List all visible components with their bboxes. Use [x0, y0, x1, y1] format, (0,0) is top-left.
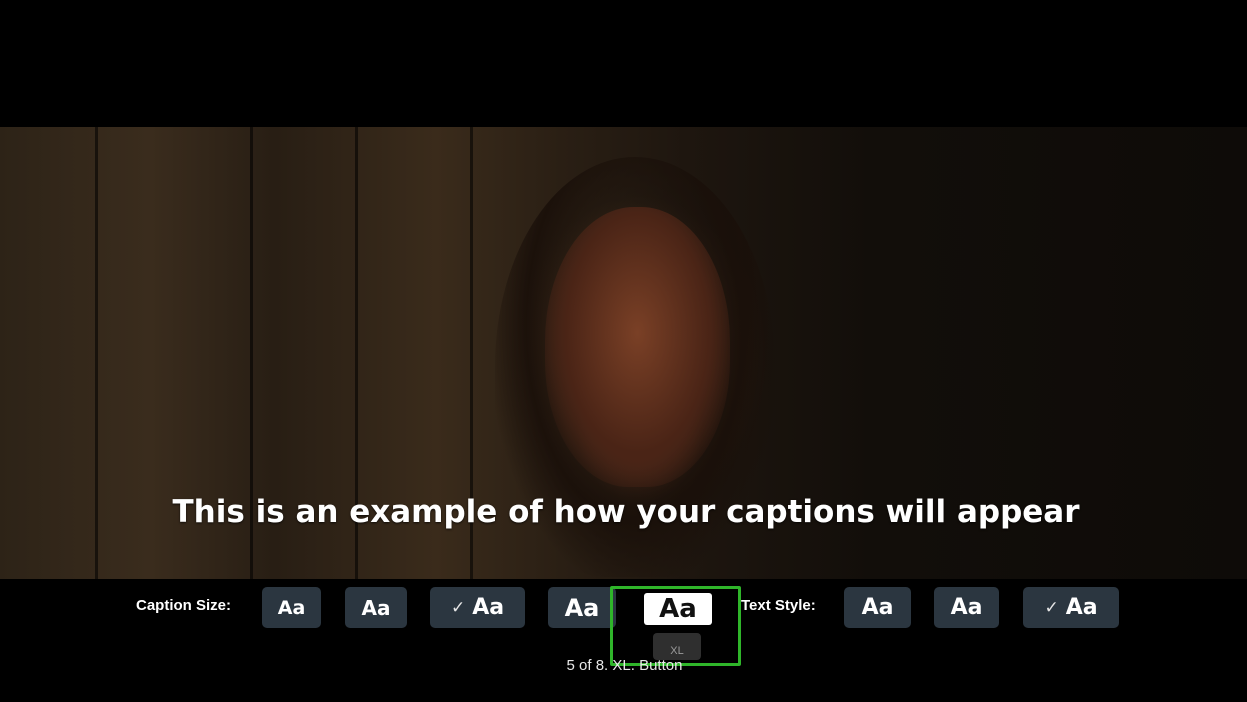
text-style-label: Text Style: [741, 597, 816, 614]
caption-size-option-default[interactable]: ✓ Aa [430, 587, 525, 628]
caption-size-option-medium[interactable]: Aa [345, 587, 407, 628]
option-text: Aa [950, 595, 983, 620]
caption-size-option-small[interactable]: Aa [262, 587, 321, 628]
preview-figure-face [545, 207, 730, 487]
caption-size-option-large[interactable]: Aa [548, 587, 616, 628]
option-text: Aa [861, 595, 894, 620]
caption-size-label: Caption Size: [136, 597, 232, 614]
text-style-option-1[interactable]: Aa [844, 587, 911, 628]
caption-preview-text: This is an example of how your captions … [172, 494, 1080, 530]
caption-settings-screen: This is an example of how your captions … [0, 0, 1247, 702]
option-text: Aa [564, 593, 600, 622]
text-style-option-3[interactable]: ✓ Aa [1023, 587, 1119, 628]
option-text: Aa [361, 595, 391, 620]
option-text: Aa [277, 596, 306, 619]
check-icon: ✓ [450, 597, 466, 618]
focus-ring [610, 586, 741, 666]
check-icon: ✓ [1044, 597, 1059, 618]
option-text: Aa [1065, 595, 1098, 620]
text-style-option-2[interactable]: Aa [934, 587, 999, 628]
accessibility-announcement: 5 of 8. XL. Button [566, 657, 683, 674]
option-text: Aa [472, 595, 505, 620]
